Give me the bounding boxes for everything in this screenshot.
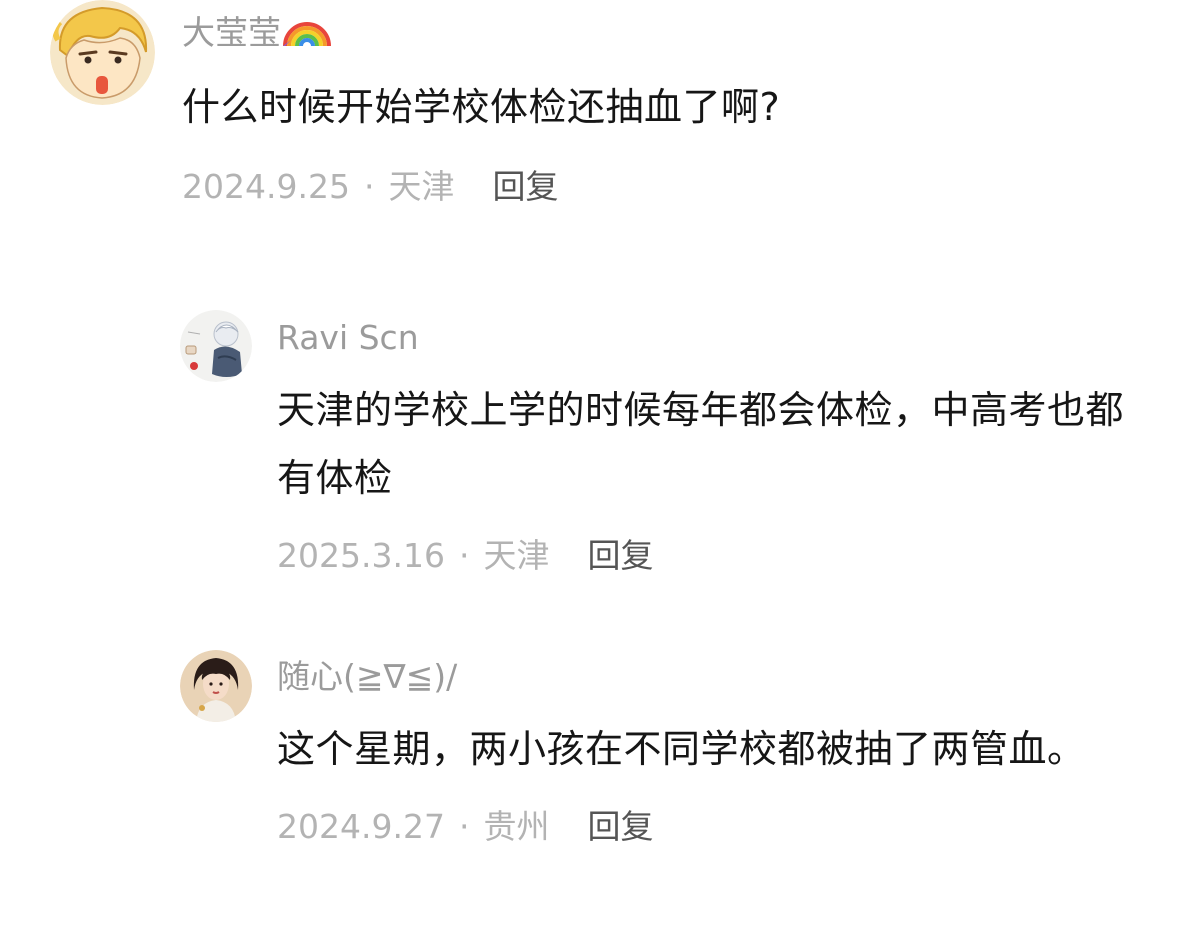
reply-button[interactable]: 回复 <box>492 167 558 206</box>
comment-location: 贵州 <box>483 807 550 846</box>
username-text: 大莹莹 <box>182 13 281 52</box>
comment-location: 天津 <box>483 536 550 575</box>
comment-date: 2024.9.27 <box>277 807 445 846</box>
comment-location: 天津 <box>388 167 455 206</box>
meta-separator: · <box>458 536 470 575</box>
reply-button[interactable]: 回复 <box>587 536 653 575</box>
comment-meta: 2025.3.16 · 天津 回复 <box>277 534 1137 578</box>
portrait-avatar-icon <box>180 650 252 722</box>
meta-separator: · <box>363 167 375 206</box>
username[interactable]: 大莹莹 <box>182 10 1142 55</box>
comment-date: 2025.3.16 <box>277 536 445 575</box>
avatar[interactable] <box>180 310 252 382</box>
rainbow-icon <box>281 13 333 52</box>
avatar[interactable] <box>180 650 252 722</box>
comment-date: 2024.9.25 <box>182 167 350 206</box>
anime-boy-avatar-icon <box>180 310 252 382</box>
comment-meta: 2024.9.27 · 贵州 回复 <box>277 805 1137 849</box>
avatar[interactable] <box>50 0 155 105</box>
username[interactable]: 随心(≧∇≦)/ <box>277 655 1137 699</box>
cartoon-avatar-icon <box>50 0 155 105</box>
reply-button[interactable]: 回复 <box>587 807 653 846</box>
comment-meta: 2024.9.25 · 天津 回复 <box>182 165 1142 209</box>
username[interactable]: Ravi Scn <box>277 316 1137 360</box>
meta-separator: · <box>458 807 470 846</box>
comment-text: 什么时候开始学校体检还抽血了啊? <box>182 85 781 129</box>
comment-text: 天津的学校上学的时候每年都会体检，中高考也都有体检 <box>277 388 1125 500</box>
comment-text: 这个星期，两小孩在不同学校都被抽了两管血。 <box>277 727 1086 771</box>
